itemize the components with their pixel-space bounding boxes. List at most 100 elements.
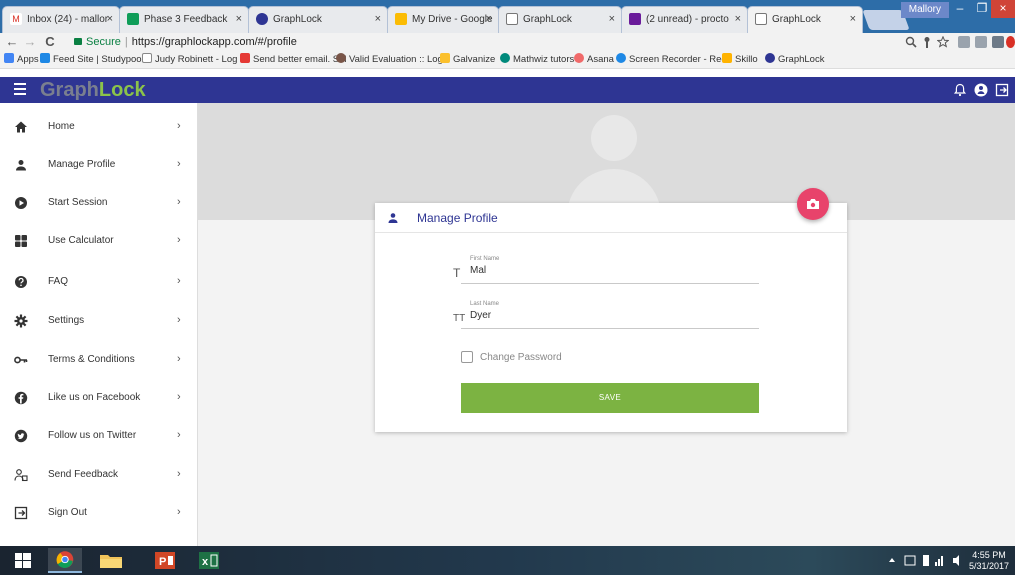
- change-photo-button[interactable]: [797, 188, 829, 220]
- chevron-right-icon: ›: [177, 391, 181, 403]
- text-icon: T: [453, 266, 461, 280]
- bookmark[interactable]: Galvanize: [440, 51, 495, 68]
- field-label: Last Name: [470, 301, 500, 307]
- address-bar[interactable]: Secure | https://graphlockapp.com/#/profil…: [74, 34, 894, 50]
- maximize-button[interactable]: ❐: [971, 0, 993, 18]
- tab-title: GraphLock: [523, 14, 572, 25]
- logo-text: Graph: [40, 79, 99, 101]
- bookmark[interactable]: Judy Robinett - Log in: [142, 51, 247, 68]
- mail-icon: [629, 13, 641, 25]
- graphlock-icon: [256, 13, 268, 25]
- clock-date: 5/31/2017: [968, 561, 1009, 571]
- extension-icon[interactable]: [958, 36, 970, 48]
- last-name-field[interactable]: TT Last Name Dyer: [453, 301, 759, 329]
- close-icon[interactable]: ×: [735, 7, 741, 32]
- close-icon[interactable]: ×: [609, 7, 615, 32]
- sidebar-item-label: Follow us on Twitter: [48, 430, 137, 441]
- calculator-icon: [15, 235, 27, 247]
- back-icon[interactable]: ←: [4, 33, 20, 51]
- camera-icon: [807, 199, 819, 209]
- sidebar-item-send-feedback[interactable]: Send Feedback ›: [0, 456, 198, 494]
- close-icon[interactable]: ×: [375, 7, 381, 32]
- sidebar-item-use-calculator[interactable]: Use Calculator ›: [0, 222, 198, 260]
- tab-title: Inbox (24) - mallor: [27, 14, 109, 25]
- chevron-right-icon: ›: [177, 506, 181, 518]
- bookmark[interactable]: GraphLock: [765, 51, 824, 68]
- forward-icon[interactable]: →: [22, 33, 38, 51]
- account-icon[interactable]: [974, 83, 988, 97]
- asana-icon: [574, 53, 584, 63]
- first-name-field[interactable]: T First Name Mal: [453, 256, 759, 284]
- sign-out-icon: [14, 506, 28, 520]
- sidebar-item-twitter[interactable]: Follow us on Twitter ›: [0, 417, 198, 455]
- extension-icon[interactable]: [975, 36, 987, 48]
- close-icon[interactable]: ×: [850, 7, 856, 32]
- close-icon[interactable]: ×: [107, 7, 113, 32]
- sidebar-item-terms[interactable]: Terms & Conditions ›: [0, 341, 198, 379]
- page-icon: [142, 53, 152, 63]
- bookmark-label: Apps: [17, 54, 39, 65]
- field-label: First Name: [470, 256, 500, 262]
- bookmark[interactable]: Screen Recorder - Rec: [616, 51, 726, 68]
- reload-icon[interactable]: C: [42, 33, 58, 51]
- sidebar-item-label: Send Feedback: [48, 469, 119, 480]
- bookmark-label: Galvanize: [453, 54, 496, 65]
- bell-icon[interactable]: [953, 83, 967, 97]
- sidebar-item-home[interactable]: Home ›: [0, 108, 198, 146]
- clock-time: 4:55 PM: [972, 550, 1006, 560]
- browser-tab[interactable]: GraphLock ×: [248, 6, 388, 33]
- browser-tab[interactable]: Phase 3 Feedback ×: [119, 6, 249, 33]
- bookmark[interactable]: Skillo: [722, 51, 758, 68]
- card-header: Manage Profile: [375, 203, 847, 233]
- excel-icon[interactable]: x: [192, 548, 226, 573]
- file-explorer-icon[interactable]: [94, 548, 128, 573]
- feedback-icon: [14, 469, 28, 482]
- bookmark[interactable]: Valid Evaluation :: Log: [336, 51, 443, 68]
- sidebar-item-facebook[interactable]: Like us on Facebook ›: [0, 379, 198, 417]
- avatar: [591, 115, 637, 161]
- sidebar-item-manage-profile[interactable]: Manage Profile ›: [0, 146, 198, 184]
- browser-tab[interactable]: GraphLock ×: [498, 6, 622, 33]
- minimize-button[interactable]: –: [949, 0, 971, 18]
- bookmark[interactable]: Mathwiz tutors: [500, 51, 574, 68]
- tab-title: (2 unread) - procto: [646, 14, 729, 25]
- sidebar-item-start-session[interactable]: Start Session ›: [0, 184, 198, 222]
- save-button[interactable]: SAVE: [461, 383, 759, 413]
- browser-tab[interactable]: M Inbox (24) - mallor ×: [2, 6, 120, 33]
- browser-tab-active[interactable]: GraphLock ×: [747, 6, 863, 33]
- bookmark-apps[interactable]: Apps: [4, 51, 39, 68]
- chrome-icon[interactable]: [48, 548, 82, 573]
- sidebar-item-faq[interactable]: FAQ ›: [0, 263, 198, 301]
- zoom-icon[interactable]: [905, 36, 917, 48]
- bookmark[interactable]: Asana: [574, 51, 614, 68]
- taskbar-clock[interactable]: 4:55 PM 5/31/2017: [969, 550, 1009, 572]
- star-icon[interactable]: [937, 36, 949, 48]
- bookmark[interactable]: Feed Site | Studypool: [40, 51, 144, 68]
- extension-icon[interactable]: [1006, 36, 1015, 48]
- sidebar-item-settings[interactable]: Settings ›: [0, 302, 198, 340]
- profile-name[interactable]: Mallory: [900, 2, 949, 18]
- close-icon[interactable]: ×: [236, 7, 242, 32]
- browser-tab[interactable]: (2 unread) - procto ×: [621, 6, 748, 33]
- powerpoint-icon[interactable]: P: [148, 548, 182, 573]
- secure-label: Secure: [86, 36, 121, 48]
- field-value: Mal: [470, 265, 487, 276]
- app-logo[interactable]: GraphLock: [40, 79, 146, 101]
- sidebar-item-sign-out[interactable]: Sign Out ›: [0, 494, 198, 532]
- windows-start-icon[interactable]: [6, 548, 40, 573]
- key-icon[interactable]: [922, 36, 932, 48]
- chevron-up-icon: [889, 558, 895, 562]
- speaker-icon: [953, 555, 959, 566]
- browser-tab[interactable]: My Drive - Google ×: [387, 6, 499, 33]
- twitter-icon: [14, 429, 28, 443]
- mixmax-icon: [240, 53, 250, 63]
- extension-icon[interactable]: [992, 36, 1004, 48]
- close-icon[interactable]: ×: [486, 7, 492, 32]
- change-password-checkbox[interactable]: [461, 351, 473, 363]
- sign-out-icon[interactable]: [995, 83, 1009, 97]
- close-window-button[interactable]: ×: [991, 0, 1015, 18]
- network-icon: [904, 555, 916, 566]
- menu-icon[interactable]: [14, 83, 26, 97]
- chevron-right-icon: ›: [177, 353, 181, 365]
- bookmark[interactable]: Send better email. Sel: [240, 51, 346, 68]
